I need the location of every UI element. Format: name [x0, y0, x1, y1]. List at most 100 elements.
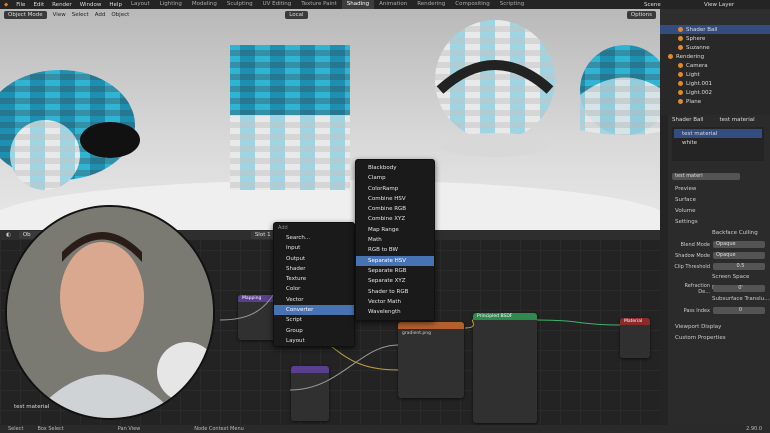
outliner-item[interactable]: Light.001	[660, 79, 770, 88]
tab-lighting[interactable]: Lighting	[155, 0, 187, 9]
clip-threshold-field[interactable]: 0.5	[713, 263, 765, 270]
tab-uv-editing[interactable]: UV Editing	[258, 0, 297, 9]
3d-viewport[interactable]: Object Mode View Select Add Object Local…	[0, 9, 660, 230]
add-menu-search[interactable]: Search...	[274, 233, 354, 243]
viewport-menu-view[interactable]: View	[53, 12, 66, 18]
add-menu-item[interactable]: Color	[274, 284, 354, 294]
tab-sculpting[interactable]: Sculpting	[222, 0, 258, 9]
properties-material-name: test material	[719, 117, 755, 123]
properties-tab-bar[interactable]	[660, 115, 668, 425]
tab-compositing[interactable]: Compositing	[450, 0, 494, 9]
add-menu-item[interactable]: Input	[274, 243, 354, 253]
converter-menu-item[interactable]: Separate RGB	[356, 266, 434, 276]
add-menu-item[interactable]: Texture	[274, 274, 354, 284]
subsurface-translucency-checkbox[interactable]: Subsurface Translu...	[672, 294, 770, 305]
tab-animation[interactable]: Animation	[374, 0, 412, 9]
screen-space-refraction-checkbox[interactable]: Screen Space Refra...	[672, 272, 770, 291]
converter-menu-item[interactable]: Blackbody	[356, 163, 434, 173]
add-menu-item[interactable]: Shader	[274, 264, 354, 274]
section-settings[interactable]: Settings	[672, 217, 770, 228]
section-volume[interactable]: Volume	[672, 206, 770, 217]
top-menu-bar: ◆ File Edit Render Window Help Layout Li…	[0, 0, 770, 9]
converter-menu-item[interactable]: Math	[356, 235, 434, 245]
options-button[interactable]: Options	[626, 10, 656, 19]
status-version: 2.90.0	[746, 426, 762, 432]
material-slot-1[interactable]: white	[674, 138, 762, 147]
cube-model[interactable]	[230, 45, 350, 115]
add-menu-item[interactable]: Vector	[274, 295, 354, 305]
section-surface[interactable]: Surface	[672, 195, 770, 206]
scene-selector[interactable]: Scene	[640, 2, 700, 8]
transform-orientation-dropdown[interactable]: Local	[285, 10, 308, 19]
status-bar: Select Box Select Pan View Node Context …	[0, 425, 770, 433]
converter-menu-item[interactable]: Combine RGB	[356, 204, 434, 214]
outliner-item[interactable]: Rendering	[660, 52, 770, 61]
menu-file[interactable]: File	[12, 2, 29, 8]
converter-menu-item[interactable]: Map Range	[356, 225, 434, 235]
converter-menu-item[interactable]: Shader to RGB	[356, 287, 434, 297]
menu-render[interactable]: Render	[48, 2, 76, 8]
object-type-icon	[678, 36, 683, 41]
add-menu-item[interactable]: Script	[274, 315, 354, 325]
add-menu-item[interactable]: Converter	[274, 305, 354, 316]
converter-menu-item[interactable]: Separate XYZ	[356, 276, 434, 286]
refraction-depth-field[interactable]: 0'	[713, 285, 765, 292]
outliner-item[interactable]: Shader Ball	[660, 25, 770, 34]
tab-layout[interactable]: Layout	[126, 0, 155, 9]
object-mode-dropdown[interactable]: Object Mode	[4, 10, 47, 19]
section-viewport-display[interactable]: Viewport Display	[672, 322, 770, 333]
converter-submenu: Blackbody Clamp ColorRamp Combine HSV Combin…	[355, 159, 435, 321]
tab-modeling[interactable]: Modeling	[187, 0, 222, 9]
converter-menu-item[interactable]: Vector Math	[356, 297, 434, 307]
outliner-item-label: Rendering	[676, 53, 705, 60]
tab-scripting[interactable]: Scripting	[495, 0, 529, 9]
section-preview[interactable]: Preview	[672, 184, 770, 195]
menu-window[interactable]: Window	[76, 2, 106, 8]
viewport-menu-select[interactable]: Select	[72, 12, 89, 18]
tab-texture-paint[interactable]: Texture Paint	[296, 0, 342, 9]
converter-menu-item[interactable]: Combine XYZ	[356, 214, 434, 224]
converter-menu-item[interactable]: RGB to BW	[356, 245, 434, 255]
outliner-item[interactable]: Camera	[660, 61, 770, 70]
tab-rendering[interactable]: Rendering	[412, 0, 450, 9]
outliner-item[interactable]: Plane	[660, 97, 770, 106]
add-menu-item[interactable]: Group	[274, 326, 354, 336]
add-menu-item[interactable]: Layout	[274, 336, 354, 346]
pass-index-field[interactable]: 0	[713, 307, 765, 314]
converter-menu-item[interactable]: Combine HSV	[356, 194, 434, 204]
converter-menu-item[interactable]: ColorRamp	[356, 184, 434, 194]
slot-dropdown[interactable]: Slot 1	[250, 231, 275, 239]
outliner-item[interactable]: Light	[660, 70, 770, 79]
material-name-field[interactable]: test materi	[672, 173, 740, 180]
webcam-material-label: test material	[14, 404, 50, 410]
material-slot-list[interactable]: test material white	[672, 127, 764, 161]
shadow-mode-dropdown[interactable]: Opaque	[713, 252, 765, 259]
object-type-icon	[678, 99, 683, 104]
blender-logo-icon[interactable]: ◆	[0, 2, 12, 8]
refraction-depth-label: Refraction De...	[684, 282, 710, 295]
converter-menu-item[interactable]: Wavelength	[356, 307, 434, 317]
view-layer-selector[interactable]: View Layer	[700, 2, 770, 8]
editor-type-icon[interactable]: ◐	[6, 232, 11, 238]
blend-mode-dropdown[interactable]: Opaque	[713, 241, 765, 248]
material-slot-0[interactable]: test material	[674, 129, 762, 138]
viewport-menu-add[interactable]: Add	[95, 12, 106, 18]
backface-culling-checkbox[interactable]: Backface Culling	[672, 228, 770, 239]
menu-edit[interactable]: Edit	[29, 2, 48, 8]
properties-panel: Shader Ball test material test material …	[660, 115, 770, 425]
outliner-item[interactable]: Sphere	[660, 34, 770, 43]
outliner-item[interactable]: Light.002	[660, 88, 770, 97]
tab-shading[interactable]: Shading	[341, 0, 375, 9]
status-box-select: Box Select	[37, 426, 64, 432]
add-menu-item[interactable]: Output	[274, 254, 354, 264]
viewport-header: Object Mode View Select Add Object Local…	[0, 9, 660, 20]
blend-mode-label: Blend Mode	[680, 241, 710, 248]
section-custom-properties[interactable]: Custom Properties	[672, 333, 770, 344]
converter-menu-item[interactable]: Clamp	[356, 173, 434, 183]
outliner-item[interactable]: Suzanne	[660, 43, 770, 52]
viewport-menu-object[interactable]: Object	[111, 12, 129, 18]
menu-help[interactable]: Help	[105, 2, 126, 8]
converter-menu-item[interactable]: Separate HSV	[356, 255, 434, 266]
outliner-item-label: Shader Ball	[686, 26, 718, 33]
shadow-mode-label: Shadow Mode	[675, 252, 710, 259]
